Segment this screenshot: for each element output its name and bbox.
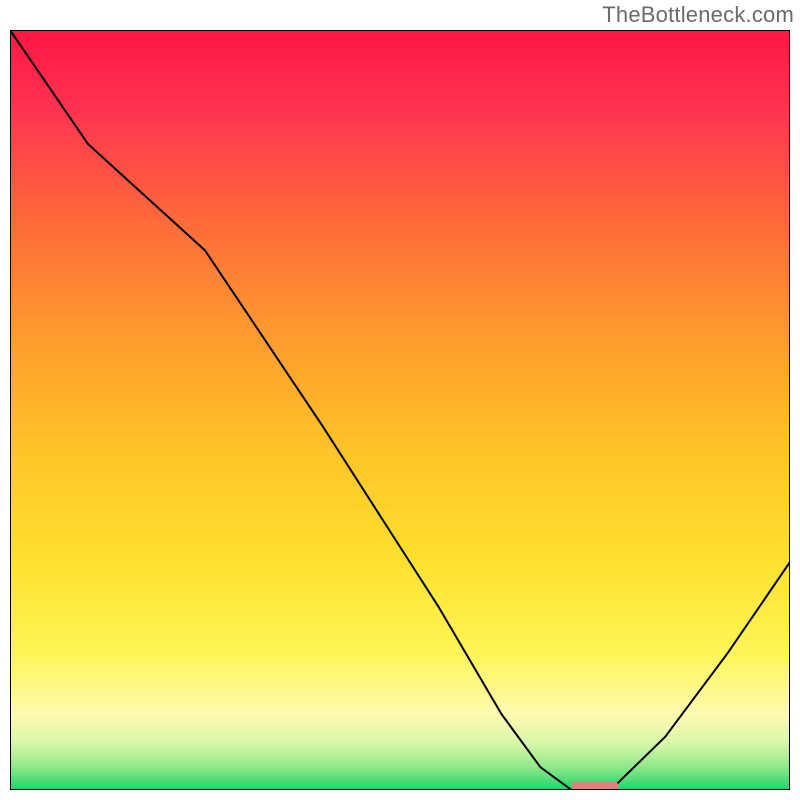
watermark-text: TheBottleneck.com [602,2,794,28]
optimal-marker [572,781,619,790]
marker-layer [572,781,619,790]
gradient-background [10,30,790,790]
bottleneck-chart [10,30,790,790]
chart-frame: TheBottleneck.com [0,0,800,800]
plot-area [10,30,790,790]
